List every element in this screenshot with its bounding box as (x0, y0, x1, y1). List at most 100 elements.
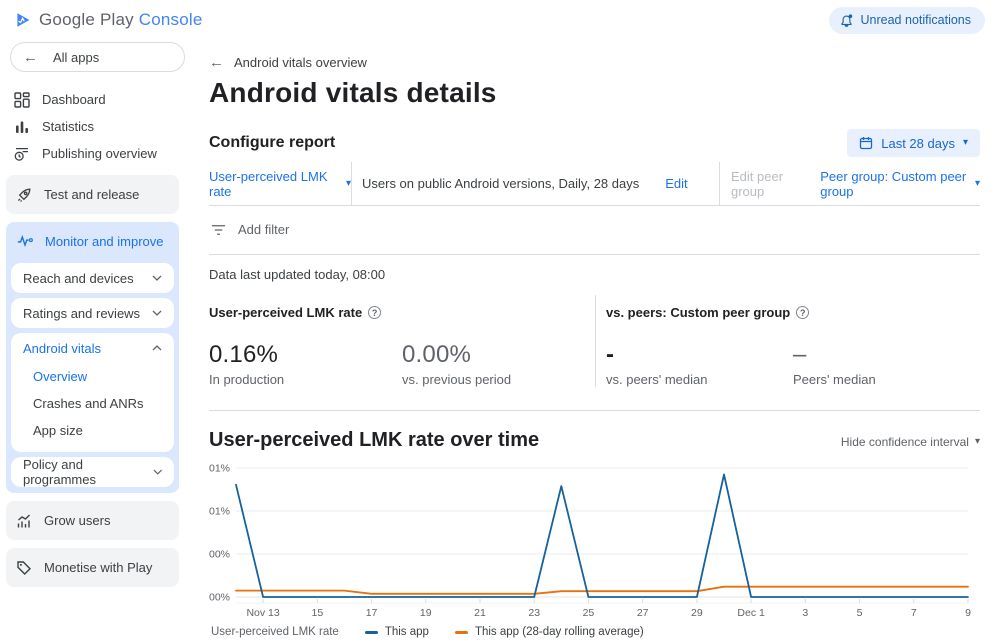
svg-text:0.01%: 0.01% (209, 463, 230, 475)
metric-selector-cell: User-perceived LMK rate ▾ (209, 162, 351, 205)
svg-text:0.01%: 0.01% (209, 506, 230, 518)
stat-label: vs. previous period (402, 372, 595, 387)
confidence-interval-dropdown[interactable]: Hide confidence interval ▾ (841, 435, 980, 452)
play-triangle-icon (15, 12, 31, 28)
add-filter-button[interactable]: Add filter (238, 222, 289, 237)
svg-text:19: 19 (420, 607, 432, 619)
stat-label: vs. peers' median (606, 372, 793, 387)
metric-panel-vs-peers: vs. peers: Custom peer group ? - vs. pee… (595, 295, 980, 387)
dimensions-summary: Users on public Android versions, Daily,… (362, 176, 639, 191)
stat-vs-peers-median: - vs. peers' median (606, 341, 793, 387)
unread-notifications-button[interactable]: Unread notifications (829, 7, 985, 34)
sidebar-item-label: Publishing overview (42, 146, 157, 161)
sidebar-item-ratings-and-reviews[interactable]: Ratings and reviews (11, 298, 174, 328)
sidebar-item-test-and-release[interactable]: Test and release (6, 175, 179, 214)
rocket-icon (16, 187, 32, 203)
stat-value: - (606, 341, 793, 369)
sidebar-item-label: Android vitals (23, 341, 101, 356)
chart-header: User-perceived LMK rate over time Hide c… (209, 429, 980, 452)
chevron-down-icon (152, 275, 162, 281)
stat-label: In production (209, 372, 402, 387)
all-apps-button[interactable]: ← All apps (10, 42, 185, 72)
sidebar-item-crashes-and-anrs[interactable]: Crashes and ANRs (11, 390, 174, 417)
calendar-icon (859, 136, 873, 150)
sidebar-item-app-size[interactable]: App size (11, 417, 174, 444)
edit-dimensions-link[interactable]: Edit (665, 176, 687, 191)
svg-text:23: 23 (528, 607, 540, 619)
main-content: ← Android vitals overview Android vitals… (185, 40, 1000, 642)
monitor-and-improve-section: Monitor and improve Reach and devices Ra… (6, 222, 179, 493)
sidebar-item-monetise-with-play[interactable]: Monetise with Play (6, 548, 179, 587)
sidebar-item-publishing-overview[interactable]: Publishing overview (0, 140, 185, 167)
chevron-up-icon (152, 345, 162, 351)
caret-down-icon: ▾ (975, 179, 980, 189)
sidebar-item-label: Monetise with Play (44, 560, 152, 575)
brand-console: Console (139, 10, 203, 29)
sidebar-item-label: Policy and programmes (23, 457, 153, 487)
edit-peer-group-link: Edit peer group (731, 169, 804, 199)
stat-value: 0.16% (209, 341, 402, 369)
svg-text:29: 29 (691, 607, 703, 619)
caret-down-icon: ▾ (975, 437, 980, 447)
sidebar-item-vitals-overview[interactable]: Overview (11, 363, 174, 390)
metric-selector-dropdown[interactable]: User-perceived LMK rate ▾ (209, 169, 351, 199)
brand-text: Google Play Console (39, 10, 203, 30)
svg-text:9: 9 (965, 607, 971, 619)
pulse-icon (17, 233, 33, 249)
metric-panel-title: vs. peers: Custom peer group (606, 305, 790, 320)
configure-report-row: Configure report Last 28 days ▾ (209, 129, 980, 157)
svg-text:17: 17 (366, 607, 378, 619)
sidebar-item-reach-and-devices[interactable]: Reach and devices (11, 263, 174, 293)
help-icon[interactable]: ? (368, 306, 381, 319)
help-icon[interactable]: ? (796, 306, 809, 319)
metric-selector-label: User-perceived LMK rate (209, 169, 340, 199)
notifications-label: Unread notifications (861, 13, 971, 27)
svg-text:15: 15 (311, 607, 323, 619)
sidebar-item-dashboard[interactable]: Dashboard (0, 86, 185, 113)
dashboard-icon (14, 92, 30, 108)
sidebar-item-android-vitals[interactable]: Android vitals (11, 333, 174, 363)
sidebar-item-grow-users[interactable]: Grow users (6, 501, 179, 540)
grow-users-icon (16, 513, 32, 529)
ratings-and-reviews-card: Ratings and reviews (11, 298, 174, 328)
peer-group-cell: Edit peer group Peer group: Custom peer … (719, 162, 980, 205)
sidebar-item-policy-and-programmes[interactable]: Policy and programmes (11, 457, 174, 487)
sidebar-item-monitor-and-improve[interactable]: Monitor and improve (11, 224, 174, 258)
sidebar-item-label: Ratings and reviews (23, 306, 140, 321)
stat-label: Peers' median (793, 372, 980, 387)
stat-vs-previous-period: 0.00% vs. previous period (402, 341, 595, 387)
bell-icon (839, 13, 854, 28)
breadcrumb[interactable]: ← Android vitals overview (209, 54, 980, 71)
metrics-summary: User-perceived LMK rate ? 0.16% In produ… (209, 295, 980, 411)
stat-peers-median: – Peers' median (793, 341, 980, 387)
sidebar-item-statistics[interactable]: Statistics (0, 113, 185, 140)
date-range-label: Last 28 days (881, 136, 955, 151)
back-icon: ← (209, 54, 224, 71)
stat-value: – (793, 341, 980, 369)
peer-group-dropdown[interactable]: Peer group: Custom peer group ▾ (820, 169, 980, 199)
confidence-interval-label: Hide confidence interval (841, 435, 969, 449)
caret-down-icon: ▾ (963, 138, 968, 148)
legend-label: This app (385, 626, 429, 638)
svg-text:25: 25 (583, 607, 595, 619)
legend-title: User-perceived LMK rate (211, 626, 339, 638)
svg-text:27: 27 (637, 607, 649, 619)
svg-text:Nov 13: Nov 13 (246, 607, 279, 619)
play-console-logo[interactable]: Google Play Console (15, 10, 203, 30)
metric-panel-lmk-rate: User-perceived LMK rate ? 0.16% In produ… (209, 295, 595, 387)
sidebar: ← All apps Dashboard Statistics Publishi… (0, 40, 185, 642)
lmk-rate-chart-plot[interactable]: 0.00%0.00%0.01%0.01%Nov 1315171921232527… (209, 460, 980, 620)
report-filter-bar: User-perceived LMK rate ▾ Users on publi… (209, 162, 980, 206)
legend-dash-this-app (365, 631, 378, 634)
legend-dash-rolling-average (455, 631, 468, 634)
page-title: Android vitals details (209, 76, 980, 110)
svg-text:3: 3 (802, 607, 808, 619)
svg-text:0.00%: 0.00% (209, 549, 230, 561)
filter-icon (211, 224, 226, 236)
chart-legend: User-perceived LMK rate This app This ap… (209, 626, 980, 638)
svg-text:7: 7 (911, 607, 917, 619)
chevron-down-icon (152, 310, 162, 316)
legend-label: This app (28-day rolling average) (475, 626, 644, 638)
sidebar-item-label: Statistics (42, 119, 94, 134)
date-range-button[interactable]: Last 28 days ▾ (847, 129, 980, 157)
